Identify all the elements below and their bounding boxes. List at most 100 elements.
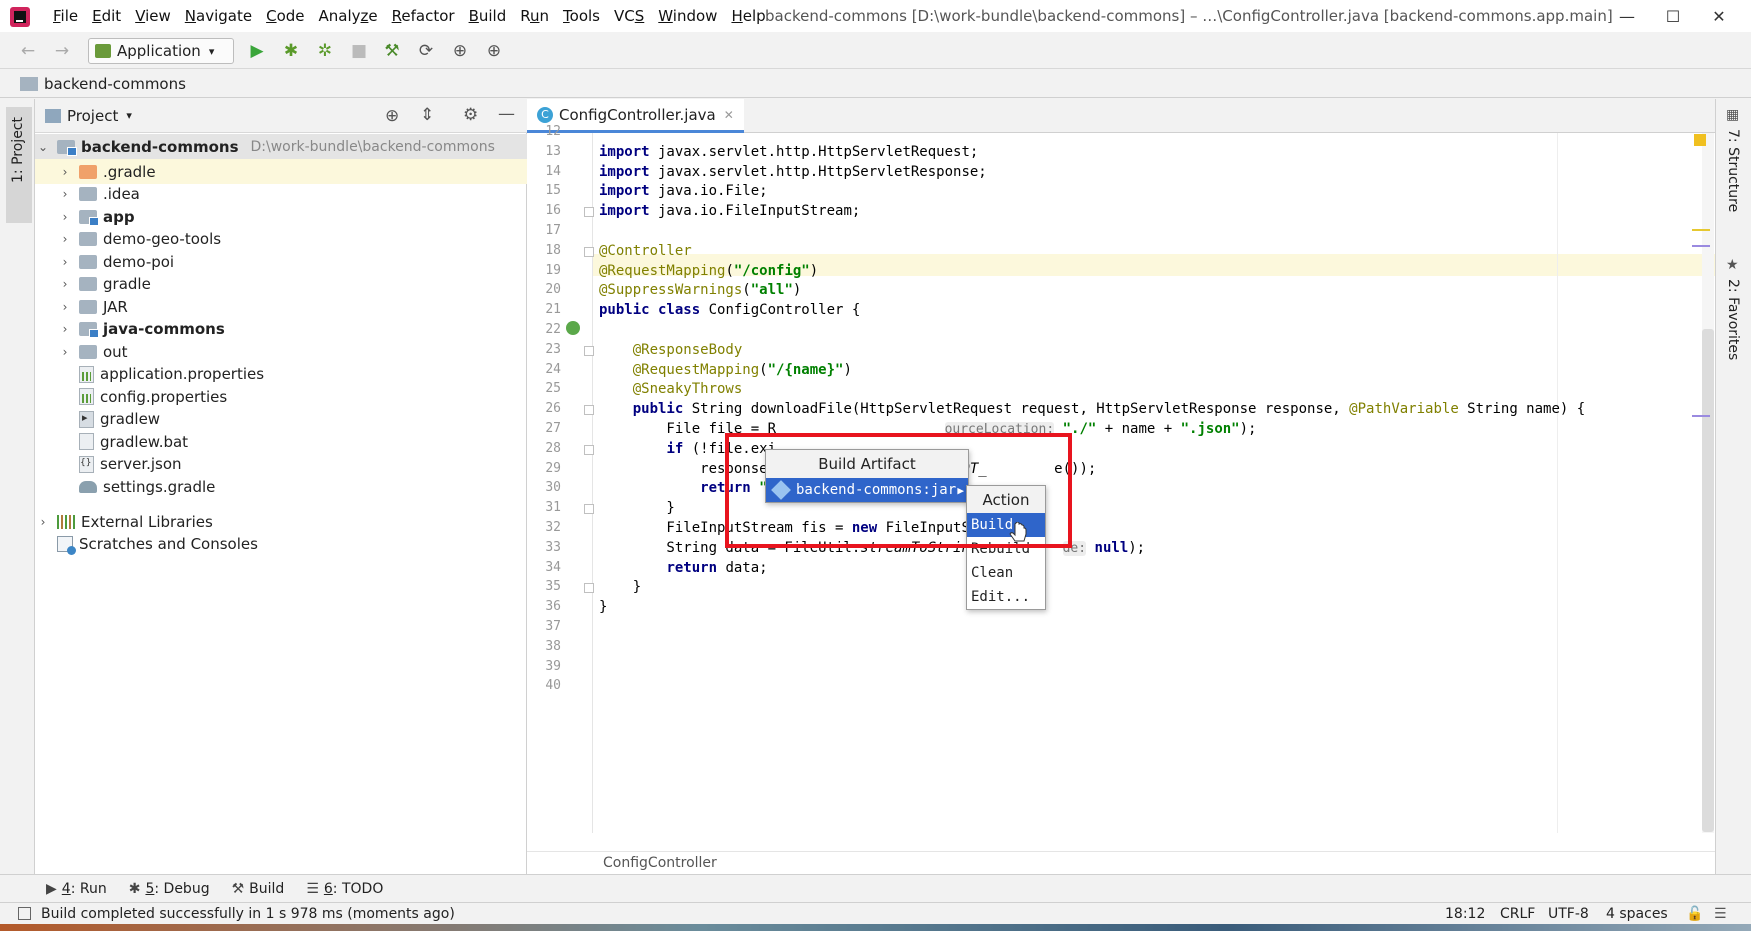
line-separator[interactable]: CRLF — [1500, 906, 1535, 922]
chevron-right-icon[interactable]: › — [57, 255, 73, 269]
tree-item-config-properties[interactable]: config.properties — [35, 384, 527, 409]
event-log-icon[interactable]: ☰ — [1714, 906, 1727, 922]
chevron-right-icon[interactable]: › — [57, 165, 73, 179]
file-encoding[interactable]: UTF-8 — [1548, 906, 1589, 922]
fold-marker-icon[interactable] — [584, 444, 594, 455]
tree-item-demo-geo-tools[interactable]: › demo-geo-tools — [35, 227, 527, 252]
collapse-all-icon[interactable]: ⇕ — [420, 105, 434, 125]
fold-marker-icon[interactable] — [584, 207, 594, 218]
tree-item-app[interactable]: › app — [35, 204, 527, 229]
build-hammer-icon[interactable]: ⚒ — [378, 37, 406, 65]
tree-item-settings-gradle[interactable]: settings.gradle — [35, 474, 527, 499]
tree-item-gradle[interactable]: › .gradle — [35, 159, 527, 184]
line-number: 39 — [545, 658, 561, 674]
coverage-icon[interactable]: ✲ — [311, 37, 339, 65]
menu-item[interactable]: View — [128, 0, 178, 32]
editor-scrollbar[interactable] — [1692, 133, 1714, 833]
fold-marker-icon[interactable] — [584, 504, 594, 515]
project-tool-tab[interactable]: 1: Project — [6, 107, 32, 223]
menu-item[interactable]: Code — [259, 0, 311, 32]
lock-icon[interactable]: 🔓 — [1686, 906, 1703, 922]
chevron-down-icon[interactable]: ▾ — [126, 109, 132, 122]
fold-marker-icon[interactable] — [584, 246, 594, 257]
code-token: "/{name}" — [767, 361, 844, 378]
fold-marker-icon[interactable] — [584, 405, 594, 416]
chevron-down-icon[interactable]: ⌄ — [35, 140, 51, 154]
profiler-icon[interactable]: ⊕ — [480, 37, 508, 65]
menu-item[interactable]: Refactor — [385, 0, 462, 32]
close-window-button[interactable]: ✕ — [1696, 0, 1742, 32]
minimize-button[interactable]: — — [1604, 0, 1650, 32]
sync-icon[interactable]: ⟳ — [412, 37, 440, 65]
tree-item-demo-poi[interactable]: › demo-poi — [35, 249, 527, 274]
debug-icon[interactable]: ✱ — [277, 37, 305, 65]
indent-setting[interactable]: 4 spaces — [1606, 906, 1668, 922]
tree-item-gradle[interactable]: › gradle — [35, 272, 527, 297]
project-panel-title[interactable]: Project — [67, 107, 118, 125]
status-toggle-icon[interactable] — [18, 907, 31, 920]
breadcrumb-project[interactable]: backend-commons — [44, 75, 186, 93]
tree-item-gradlew-bat[interactable]: gradlew.bat — [35, 429, 527, 454]
tree-item-idea[interactable]: › .idea — [35, 182, 527, 207]
menu-item[interactable]: Analyze — [312, 0, 385, 32]
menu-item[interactable]: Run — [513, 0, 556, 32]
structure-tab[interactable]: 7: Structure — [1725, 129, 1741, 212]
tree-root-backend-commons[interactable]: ⌄ backend-commons D:\work-bundle\backend… — [35, 134, 527, 159]
tree-item-label: server.json — [100, 455, 182, 473]
menu-item[interactable]: Window — [651, 0, 724, 32]
tree-item-out[interactable]: › out — [35, 339, 527, 364]
bottom-tab-build[interactable]: ⚒ Build — [232, 881, 285, 897]
bottom-tab-run[interactable]: ▶ 4: Run — [46, 881, 107, 897]
menu-item[interactable]: Edit — [85, 0, 128, 32]
tree-item-application-properties[interactable]: application.properties — [35, 362, 527, 387]
tree-item-gradlew[interactable]: gradlew — [35, 407, 527, 432]
tree-item-server-json[interactable]: server.json — [35, 452, 527, 477]
caret-position[interactable]: 18:12 — [1445, 906, 1485, 922]
error-stripe-mark[interactable] — [1692, 245, 1710, 247]
close-tab-icon[interactable]: ✕ — [724, 108, 734, 122]
action-item-clean[interactable]: Clean — [967, 561, 1045, 585]
fold-marker-icon[interactable] — [584, 583, 594, 594]
menu-item[interactable]: Build — [462, 0, 514, 32]
chevron-right-icon[interactable]: › — [35, 515, 51, 529]
chevron-right-icon[interactable]: › — [57, 210, 73, 224]
favorites-tab[interactable]: 2: Favorites — [1725, 279, 1741, 360]
error-stripe-mark[interactable] — [1692, 229, 1710, 231]
fold-marker-icon[interactable] — [584, 345, 594, 356]
status-bar: Build completed successfully in 1 s 978 … — [0, 902, 1751, 924]
chevron-right-icon[interactable]: › — [57, 345, 73, 359]
editor-breadcrumb-class[interactable]: ConfigController — [603, 855, 717, 871]
chevron-right-icon[interactable]: › — [57, 300, 73, 314]
tree-item-java-commons[interactable]: › java-commons — [35, 317, 527, 342]
tree-item-scratches[interactable]: Scratches and Consoles — [35, 531, 527, 556]
chevron-right-icon[interactable]: › — [57, 277, 73, 291]
spring-bean-gutter-icon[interactable] — [566, 321, 580, 335]
hide-icon[interactable]: — — [498, 104, 515, 124]
back-arrow-icon[interactable]: ← — [14, 37, 42, 65]
code-line: return data; — [599, 557, 767, 579]
chevron-right-icon[interactable]: › — [57, 187, 73, 201]
tree-item-jar[interactable]: › JAR — [35, 294, 527, 319]
stop-icon[interactable]: ■ — [345, 37, 373, 65]
code-line: @RequestMapping("/config") — [599, 260, 818, 282]
menu-item[interactable]: File — [46, 0, 85, 32]
chevron-right-icon[interactable]: › — [57, 232, 73, 246]
run-icon[interactable]: ▶ — [243, 37, 271, 65]
scrollbar-thumb[interactable] — [1702, 329, 1714, 832]
menu-item[interactable]: VCS — [607, 0, 651, 32]
gear-icon[interactable]: ⚙ — [463, 105, 478, 125]
bottom-tab-todo[interactable]: ☰ 6: TODO — [306, 881, 383, 897]
inspection-status-icon[interactable] — [1694, 134, 1706, 146]
maximize-button[interactable]: ☐ — [1650, 0, 1696, 32]
chevron-right-icon[interactable]: › — [57, 322, 73, 336]
forward-arrow-icon[interactable]: → — [48, 37, 76, 65]
locate-icon[interactable]: ⊕ — [385, 106, 399, 126]
run-configuration-select[interactable]: Application ▾ — [88, 38, 234, 64]
error-stripe-mark[interactable] — [1692, 415, 1710, 417]
attach-icon[interactable]: ⊕ — [446, 37, 474, 65]
bottom-tab-debug[interactable]: ✱ 5: Debug — [129, 881, 210, 897]
menu-item[interactable]: Navigate — [178, 0, 259, 32]
menu-item[interactable]: Tools — [556, 0, 607, 32]
action-item-edit[interactable]: Edit... — [967, 585, 1045, 609]
status-message[interactable]: Build completed successfully in 1 s 978 … — [41, 906, 455, 922]
